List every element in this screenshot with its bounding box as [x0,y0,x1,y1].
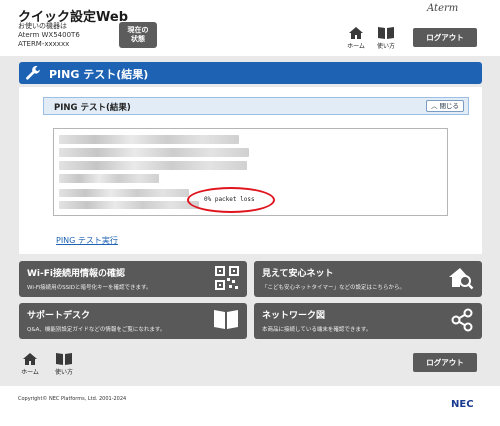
section-header: PING テスト(結果) ︿ 閉じる [43,97,469,115]
tile-desc: 本商品に接続している端末を確認できます。 [262,327,372,333]
ping-run-link[interactable]: PING テスト実行 [56,235,118,246]
tile-mieru-anshin[interactable]: 見えて安心ネット 「こども安心ネットタイマー」などの設定はこちらから。 [254,261,482,297]
close-button[interactable]: ︿ 閉じる [426,100,464,112]
status-button-line2: 状態 [131,35,145,43]
tile-desc: Wi-Fi接続用のSSIDと暗号化キーを確認できます。 [27,285,152,291]
device-info: お使いの機器は Aterm WX5400T6 ATERM-xxxxxx [18,22,80,49]
home-label: ホーム [21,369,39,376]
brand-logo: Aterm [427,3,459,14]
current-status-button[interactable]: 現在の 状態 [119,22,157,48]
tile-wifi-info[interactable]: Wi-Fi接続用情報の確認 Wi-Fi接続用のSSIDと暗号化キーを確認できます… [19,261,247,297]
book-icon [56,353,72,365]
tile-network-map[interactable]: ネットワーク図 本商品に接続している端末を確認できます。 [254,303,482,339]
footer-help-button[interactable]: 使い方 [52,352,76,378]
blurred-line [59,148,249,157]
ping-result-box: 0% packet loss [53,128,448,216]
footer-home-button[interactable]: ホーム [18,352,42,378]
tile-title: Wi-Fi接続用情報の確認 [27,269,125,279]
blurred-line [59,174,159,183]
help-label: 使い方 [54,369,73,376]
footer-logout-button[interactable]: ログアウト [413,353,477,372]
main-card: PING テスト(結果) ︿ 閉じる 0% packet loss PING テ… [19,87,482,254]
blurred-line [59,201,199,209]
tile-title: 見えて安心ネット [262,269,334,279]
help-button[interactable]: 使い方 [374,26,398,52]
logout-button[interactable]: ログアウト [413,28,477,47]
qr-code-icon [215,266,239,290]
section-title: PING テスト(結果) [54,103,131,113]
copyright-text: Copyright© NEC Platforms, Ltd. 2001-2024 [18,396,127,402]
home-label: ホーム [347,43,365,50]
nec-logo: NEC [451,399,474,410]
device-label: お使いの機器は [18,22,67,30]
header: クイック設定Web お使いの機器は Aterm WX5400T6 ATERM-x… [0,0,500,56]
help-label: 使い方 [376,43,395,50]
tile-desc: Q&A、機能別設定ガイドなどの情報をご覧になれます。 [27,327,166,333]
close-label: 閉じる [439,102,460,110]
tile-support-desk[interactable]: サポートデスク Q&A、機能別設定ガイドなどの情報をご覧になれます。 [19,303,247,339]
home-icon [23,353,37,365]
tile-title: サポートデスク [27,311,91,321]
blurred-line [59,135,239,144]
home-button[interactable]: ホーム [344,26,368,52]
house-search-icon [449,268,474,290]
highlight-ellipse [187,187,275,213]
device-model: Aterm WX5400T6 [18,31,80,39]
chevron-up-icon: ︿ [430,102,438,110]
device-ssid: ATERM-xxxxxx [18,40,70,48]
tile-title: ネットワーク図 [262,311,326,321]
book-icon [378,27,394,39]
blurred-line [59,161,247,170]
page-title-band: PING テスト(結果) [19,62,482,84]
tile-desc: 「こども安心ネットタイマー」などの設定はこちらから。 [262,285,406,291]
book-icon [214,310,238,329]
page-title: PING テスト(結果) [49,68,149,81]
network-icon [451,308,473,332]
status-button-line1: 現在の [127,26,149,34]
footer [0,386,500,426]
home-icon [349,27,363,39]
wrench-icon [26,65,40,80]
blurred-line [59,189,189,197]
